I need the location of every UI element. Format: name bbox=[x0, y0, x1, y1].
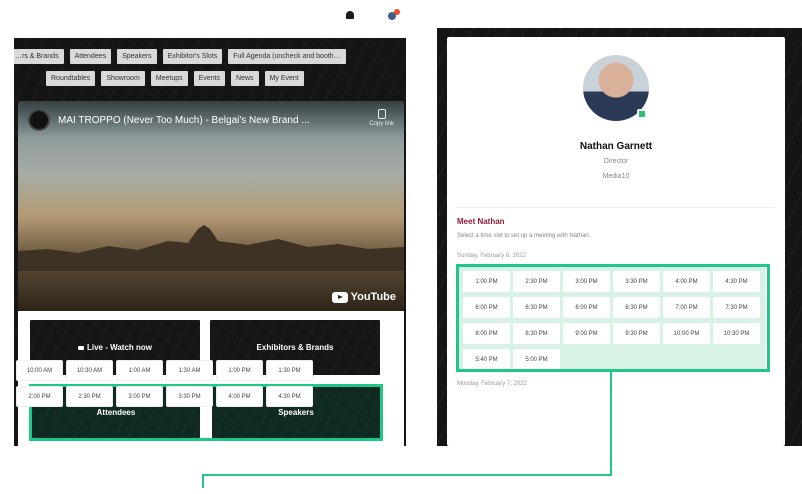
tag-news[interactable]: News bbox=[231, 71, 259, 86]
video-player[interactable]: MAI TROPPO (Never Too Much) - Belgai's N… bbox=[18, 101, 404, 311]
time-slot-button[interactable]: 10:30 PM bbox=[713, 323, 760, 344]
time-slot-button[interactable]: 8:00 PM bbox=[463, 323, 510, 344]
profile-name: Nathan Garnett bbox=[579, 141, 653, 152]
time-slot-button[interactable]: 10:30 AM bbox=[66, 360, 113, 381]
time-slot-button[interactable]: 4:00 PM bbox=[663, 271, 710, 292]
time-slot-button[interactable]: 4:00 PM bbox=[216, 386, 263, 407]
time-slot-button[interactable]: 5:00 PM bbox=[513, 349, 560, 370]
exhibitors-button-label: Exhibitors & Brands bbox=[256, 343, 334, 352]
tag-row-top: …rs & Brands Attendees Speakers Exhibito… bbox=[14, 49, 346, 64]
meet-title: Meet Nathan bbox=[457, 217, 505, 226]
tag-roundtables[interactable]: Roundtables bbox=[46, 71, 96, 86]
profile-company: Media10 bbox=[602, 173, 630, 180]
time-slot-button[interactable]: 3:00 PM bbox=[116, 386, 163, 407]
video-title-bar: MAI TROPPO (Never Too Much) - Belgai's N… bbox=[18, 101, 404, 139]
time-slot-button[interactable]: 6:30 PM bbox=[513, 297, 560, 318]
meet-description: Select a time slot to set up a meeting w… bbox=[457, 233, 591, 239]
time-slot-button[interactable]: 6:00 PM bbox=[563, 297, 610, 318]
time-slot-button[interactable]: 10:00 PM bbox=[663, 323, 710, 344]
tag-exhibitor-slots[interactable]: Exhibitor's Slots bbox=[162, 49, 223, 64]
channel-avatar[interactable] bbox=[28, 109, 50, 131]
time-slot-button[interactable]: 3:00 PM bbox=[563, 271, 610, 292]
time-slot-button[interactable]: 2:30 PM bbox=[513, 271, 560, 292]
tag-my-event[interactable]: My Event bbox=[264, 71, 304, 86]
time-slot-button[interactable]: 1:30 PM bbox=[266, 360, 313, 381]
connector-line bbox=[610, 372, 612, 475]
profile-card: Nathan Garnett Director Media10 Meet Nat… bbox=[447, 37, 785, 446]
speakers-button-label: Speakers bbox=[278, 407, 314, 417]
tag-exhibitors[interactable]: …rs & Brands bbox=[14, 49, 64, 64]
slots-grid-day2: 10:00 AM 10:30 AM 1:00 AM 1:30 AM 1:00 PM 1:3… bbox=[16, 360, 313, 407]
tag-showroom[interactable]: Showroom bbox=[101, 71, 145, 86]
profile-role: Director bbox=[603, 158, 629, 165]
time-slot-button[interactable]: 10:00 AM bbox=[16, 360, 63, 381]
time-slot-button[interactable]: 5:40 PM bbox=[463, 349, 510, 370]
copy-link-label: Copy link bbox=[369, 121, 394, 127]
youtube-label: YouTube bbox=[350, 291, 396, 303]
time-slots-day1: 1:00 PM 2:30 PM 3:00 PM 3:30 PM 4:00 PM 4:30 … bbox=[459, 266, 765, 371]
live-button-label: Live - Watch now bbox=[86, 343, 153, 352]
time-slot-button[interactable]: 6:30 PM bbox=[613, 297, 660, 318]
live-camera-icon bbox=[77, 345, 84, 350]
time-slot-button[interactable]: 4:30 PM bbox=[713, 271, 760, 292]
time-slot-button[interactable]: 6:00 PM bbox=[463, 297, 510, 318]
time-slot-button[interactable]: 7:00 PM bbox=[663, 297, 710, 318]
slots-grid-day1: 1:00 PM 2:30 PM 3:00 PM 3:30 PM 4:00 PM 4:30 … bbox=[463, 271, 760, 370]
date-label-day2: Monday, February 7, 2022 bbox=[457, 381, 527, 387]
tag-events[interactable]: Events bbox=[193, 71, 226, 86]
time-slot-button[interactable]: 1:30 AM bbox=[166, 360, 213, 381]
tag-full-agenda[interactable]: Full Agenda (uncheck and booth… bbox=[228, 49, 346, 64]
time-slot-button[interactable]: 1:00 PM bbox=[216, 360, 263, 381]
time-slot-button[interactable]: 9:30 PM bbox=[613, 323, 660, 344]
time-slot-button[interactable]: 8:30 PM bbox=[513, 323, 560, 344]
connector-line bbox=[202, 474, 204, 488]
time-slot-button[interactable]: 4:30 PM bbox=[266, 386, 313, 407]
time-slot-button[interactable]: 2:00 PM bbox=[16, 386, 63, 407]
date-label-day1: Sunday, February 6, 2022 bbox=[457, 253, 526, 259]
time-slot-button[interactable]: 3:30 PM bbox=[613, 271, 660, 292]
time-slot-button[interactable]: 3:30 PM bbox=[166, 386, 213, 407]
copy-link-button[interactable]: Copy link bbox=[369, 109, 394, 127]
time-slot-button[interactable]: 7:30 PM bbox=[713, 297, 760, 318]
city-skyline-image bbox=[18, 225, 404, 271]
online-status-icon bbox=[637, 109, 647, 119]
time-slot-button[interactable]: 9:00 PM bbox=[563, 323, 610, 344]
time-slot-button[interactable]: 2:30 PM bbox=[66, 386, 113, 407]
divider bbox=[457, 207, 775, 208]
tag-row-bottom: Roundtables Showroom Meetups Events News… bbox=[46, 71, 304, 86]
youtube-logo[interactable]: YouTube bbox=[331, 291, 396, 303]
connector-line bbox=[202, 474, 612, 476]
tag-speakers[interactable]: Speakers bbox=[117, 49, 157, 64]
attendees-button-label: Attendees bbox=[96, 407, 136, 417]
bell-icon[interactable] bbox=[345, 9, 355, 19]
time-slot-button[interactable]: 1:00 AM bbox=[116, 360, 163, 381]
time-slot-button[interactable]: 1:00 PM bbox=[463, 271, 510, 292]
copy-icon bbox=[377, 109, 386, 119]
tag-meetups[interactable]: Meetups bbox=[150, 71, 188, 86]
video-title[interactable]: MAI TROPPO (Never Too Much) - Belgai's N… bbox=[58, 115, 310, 126]
tag-attendees[interactable]: Attendees bbox=[69, 49, 112, 64]
notification-avatar-icon[interactable] bbox=[388, 9, 400, 20]
youtube-play-icon bbox=[331, 291, 348, 303]
